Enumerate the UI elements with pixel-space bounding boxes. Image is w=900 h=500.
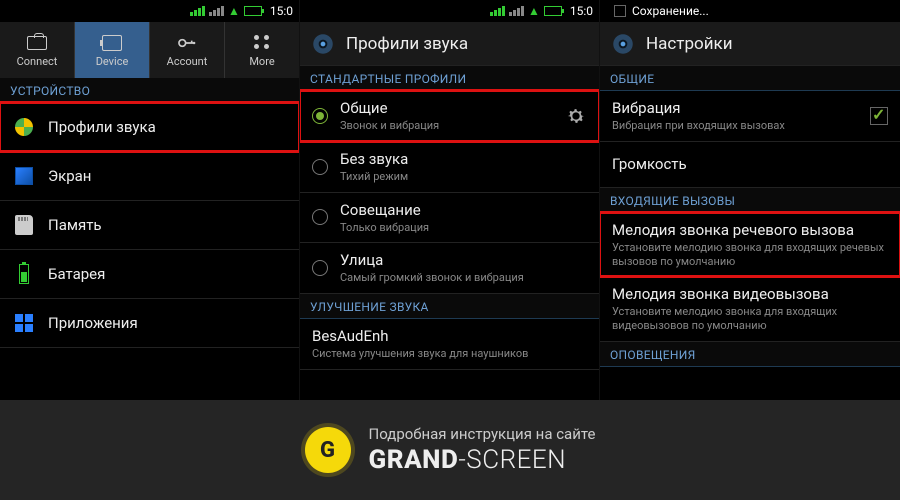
profile-title: Без звука bbox=[340, 150, 587, 168]
signal-sim2-icon bbox=[209, 6, 224, 16]
item-sub: Установите мелодию звонка для входящих в… bbox=[612, 305, 888, 333]
battery-icon bbox=[544, 6, 562, 16]
tab-device[interactable]: Device bbox=[75, 22, 150, 78]
section-header-incoming: ВХОДЯЩИЕ ВЫЗОВЫ bbox=[600, 188, 900, 213]
signal-sim2-icon bbox=[509, 6, 524, 16]
screen-device-settings: ▲ 15:0 Connect Device Account More УСТРО… bbox=[0, 0, 300, 400]
profile-sub: Тихий режим bbox=[340, 170, 587, 184]
section-header-notifications: ОПОВЕЩЕНИЯ bbox=[600, 342, 900, 367]
display-icon bbox=[15, 167, 33, 185]
item-display[interactable]: Экран bbox=[0, 152, 299, 201]
device-icon bbox=[102, 35, 122, 51]
brand-tagline: Подробная инструкция на сайте bbox=[369, 425, 596, 443]
status-bar: ▲ 15:0 bbox=[0, 0, 299, 22]
brand-footer: G Подробная инструкция на сайте GRAND-SC… bbox=[0, 400, 900, 500]
item-sub: Вибрация при входящих вызовах bbox=[612, 119, 858, 133]
wifi-icon: ▲ bbox=[528, 4, 540, 18]
item-memory[interactable]: Память bbox=[0, 201, 299, 250]
radio-icon[interactable] bbox=[312, 260, 328, 276]
tab-more[interactable]: More bbox=[225, 22, 299, 78]
sdcard-icon bbox=[15, 215, 33, 235]
item-voice-ringtone[interactable]: Мелодия звонка речевого вызова Установит… bbox=[600, 213, 900, 278]
sound-profiles-icon bbox=[15, 118, 33, 136]
item-sound-profiles[interactable]: Профили звука bbox=[0, 103, 299, 152]
item-label: Приложения bbox=[48, 314, 287, 332]
profile-sub: Самый громкий звонок и вибрация bbox=[340, 271, 587, 285]
profile-outdoor[interactable]: Улица Самый громкий звонок и вибрация bbox=[300, 243, 599, 294]
screen-sound-profiles: ▲ 15:0 Профили звука СТАНДАРТНЫЕ ПРОФИЛИ… bbox=[300, 0, 600, 400]
profile-title: Общие bbox=[340, 99, 553, 117]
page-header: Профили звука bbox=[300, 22, 599, 66]
item-title: Вибрация bbox=[612, 99, 858, 117]
tab-label: Connect bbox=[17, 55, 58, 68]
item-audio-enhancer[interactable]: BesAudEnh Система улучшения звука для на… bbox=[300, 319, 599, 370]
tab-label: Device bbox=[96, 55, 129, 68]
item-label: Профили звука bbox=[48, 118, 287, 136]
profile-sub: Звонок и вибрация bbox=[340, 119, 553, 133]
profile-general[interactable]: Общие Звонок и вибрация bbox=[300, 91, 599, 142]
apps-icon bbox=[15, 314, 33, 332]
profile-silent[interactable]: Без звука Тихий режим bbox=[300, 142, 599, 193]
tab-label: More bbox=[249, 55, 274, 68]
radio-selected-icon[interactable] bbox=[312, 108, 328, 124]
brand-name-bold: GRAND bbox=[369, 445, 459, 475]
battery-icon bbox=[244, 6, 262, 16]
item-title: BesAudEnh bbox=[312, 327, 587, 345]
key-icon bbox=[173, 28, 201, 56]
top-tabs: Connect Device Account More bbox=[0, 22, 299, 78]
page-title: Настройки bbox=[646, 34, 733, 54]
screen-profile-settings: Сохранение... Настройки ОБЩИЕ Вибрация В… bbox=[600, 0, 900, 400]
item-video-ringtone[interactable]: Мелодия звонка видеовызова Установите ме… bbox=[600, 277, 900, 342]
brand-name-light: -SCREEN bbox=[458, 445, 566, 475]
status-bar: Сохранение... bbox=[600, 0, 900, 22]
item-label: Батарея bbox=[48, 265, 287, 283]
saving-text: Сохранение... bbox=[632, 4, 709, 18]
brand-logo: G bbox=[305, 427, 351, 473]
battery-menu-icon bbox=[19, 264, 29, 284]
signal-sim1-icon bbox=[190, 6, 205, 16]
page-title: Профили звука bbox=[346, 34, 468, 54]
settings-gear-icon[interactable] bbox=[310, 31, 336, 57]
item-label: Память bbox=[48, 216, 287, 234]
profile-title: Совещание bbox=[340, 201, 587, 219]
profile-settings-button[interactable] bbox=[565, 105, 587, 127]
item-vibration[interactable]: Вибрация Вибрация при входящих вызовах bbox=[600, 91, 900, 142]
radio-icon[interactable] bbox=[312, 159, 328, 175]
profile-meeting[interactable]: Совещание Только вибрация bbox=[300, 193, 599, 244]
page-header: Настройки bbox=[600, 22, 900, 66]
profile-title: Улица bbox=[340, 251, 587, 269]
item-sub: Система улучшения звука для наушников bbox=[312, 347, 587, 361]
item-title: Громкость bbox=[612, 155, 888, 173]
saving-indicator: Сохранение... bbox=[606, 4, 894, 18]
connect-icon bbox=[27, 36, 47, 50]
tab-account[interactable]: Account bbox=[150, 22, 225, 78]
item-sub: Установите мелодию звонка для входящих р… bbox=[612, 241, 888, 269]
radio-icon[interactable] bbox=[312, 209, 328, 225]
more-icon bbox=[254, 35, 270, 51]
section-header-improve: УЛУЧШЕНИЕ ЗВУКА bbox=[300, 294, 599, 319]
status-time: 15:0 bbox=[270, 4, 293, 18]
section-header-general: ОБЩИЕ bbox=[600, 66, 900, 91]
status-bar: ▲ 15:0 bbox=[300, 0, 599, 22]
item-volume[interactable]: Громкость bbox=[600, 142, 900, 188]
brand-letter: G bbox=[320, 438, 335, 463]
signal-sim1-icon bbox=[490, 6, 505, 16]
item-title: Мелодия звонка речевого вызова bbox=[612, 221, 888, 239]
item-battery[interactable]: Батарея bbox=[0, 250, 299, 299]
item-apps[interactable]: Приложения bbox=[0, 299, 299, 348]
status-time: 15:0 bbox=[570, 4, 593, 18]
tab-connect[interactable]: Connect bbox=[0, 22, 75, 78]
item-title: Мелодия звонка видеовызова bbox=[612, 285, 888, 303]
checkbox-checked-icon[interactable] bbox=[870, 107, 888, 125]
save-icon bbox=[614, 5, 626, 17]
profile-sub: Только вибрация bbox=[340, 221, 587, 235]
section-header-standard: СТАНДАРТНЫЕ ПРОФИЛИ bbox=[300, 66, 599, 91]
brand-name: GRAND-SCREEN bbox=[369, 445, 596, 475]
section-header-device: УСТРОЙСТВО bbox=[0, 78, 299, 103]
wifi-icon: ▲ bbox=[228, 4, 240, 18]
settings-gear-icon[interactable] bbox=[610, 31, 636, 57]
item-label: Экран bbox=[48, 167, 287, 185]
